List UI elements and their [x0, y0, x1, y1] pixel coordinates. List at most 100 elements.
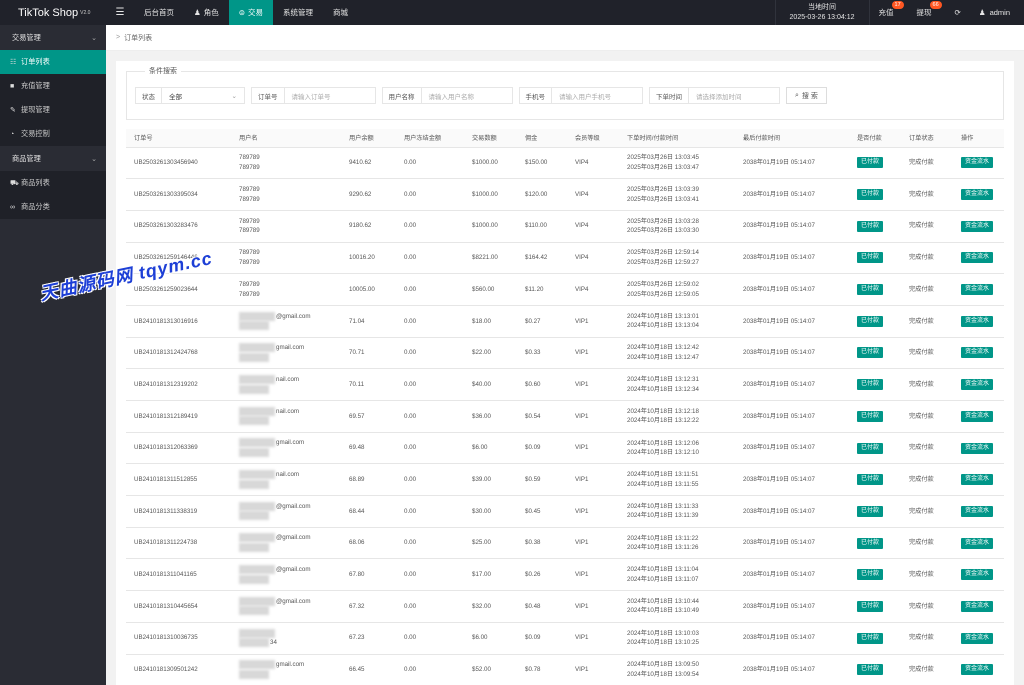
redacted-username — [239, 565, 275, 575]
last-pay-time: 2038年01月19日 05:14:07 — [743, 380, 815, 388]
paid-badge[interactable]: 已付款 — [857, 220, 884, 232]
paid-badge[interactable]: 已付款 — [857, 664, 884, 676]
table-cell: VIP1 — [567, 337, 619, 370]
sidebar-item-recharge[interactable]: ■ 充值管理 — [0, 74, 106, 98]
brand-logo[interactable]: TikTok Shop V2.0 — [0, 0, 106, 25]
paid-badge[interactable]: 已付款 — [857, 569, 884, 581]
list-icon: ☷ — [10, 59, 17, 66]
table-cell: 2024年10月18日 13:10:44 2024年10月18日 13:10:49 — [619, 590, 735, 623]
fund-flow-button[interactable]: 资金流水 — [961, 569, 994, 581]
topnav-trade[interactable]: ⊜ 交易 — [228, 0, 274, 25]
vip-level: VIP1 — [575, 475, 589, 483]
fund-flow-button[interactable]: 资金流水 — [961, 632, 994, 644]
topnav-home[interactable]: 后台首页 — [134, 0, 184, 25]
paid-badge[interactable]: 已付款 — [857, 410, 884, 422]
sidebar-item-trade-control[interactable]: ◔ 交易控制 — [0, 122, 106, 146]
fund-flow-button[interactable]: 资金流水 — [961, 157, 994, 169]
topnav-system[interactable]: 系统管理 — [273, 0, 323, 25]
fund-flow-button[interactable]: 资金流水 — [961, 442, 994, 454]
paid-badge[interactable]: 已付款 — [857, 315, 884, 327]
table-cell: 2025年03月26日 12:59:14 2025年03月26日 12:59:27 — [619, 242, 735, 275]
table-cell: UB2410181313016916 — [126, 305, 231, 338]
sidebar-item-goods-category[interactable]: ∞ 商品分类 — [0, 195, 106, 219]
fund-flow-button[interactable]: 资金流水 — [961, 474, 994, 486]
last-pay-time: 2038年01月19日 05:14:07 — [743, 444, 815, 452]
paid-badge[interactable]: 已付款 — [857, 505, 884, 517]
redacted-username — [239, 511, 269, 521]
fund-flow-button[interactable]: 资金流水 — [961, 284, 994, 296]
pay-time: 2024年10月18日 13:12:34 — [627, 385, 699, 393]
username-input[interactable]: 请输入用户名称 — [420, 87, 513, 104]
sidebar-group-goods-label: 商品管理 — [12, 153, 41, 163]
paid-badge[interactable]: 已付款 — [857, 537, 884, 549]
username-line1: 789789 — [239, 281, 260, 289]
fund-flow-button[interactable]: 资金流水 — [961, 505, 994, 517]
username-label: 用户名称 — [381, 87, 421, 104]
redacted-username — [239, 448, 269, 458]
redacted-username — [239, 533, 275, 543]
table-cell: $25.00 — [464, 527, 517, 560]
paid-badge[interactable]: 已付款 — [857, 379, 884, 391]
fund-flow-button[interactable]: 资金流水 — [961, 189, 994, 201]
table-cell: gmail.com — [231, 654, 341, 685]
paid-badge[interactable]: 已付款 — [857, 252, 884, 264]
order-no-input[interactable]: 请输入订单号 — [283, 87, 376, 104]
last-pay-time: 2038年01月19日 05:14:07 — [743, 159, 815, 167]
refresh-button[interactable]: ⟳ — [946, 0, 970, 25]
fund-flow-button[interactable]: 资金流水 — [961, 537, 994, 549]
user-balance: 70.11 — [349, 380, 365, 388]
sidebar-item-goods-list[interactable]: ⛟ 商品列表 — [0, 171, 106, 195]
fund-flow-button[interactable]: 资金流水 — [961, 220, 994, 232]
withdraw-button[interactable]: 提现 66 — [908, 0, 946, 25]
menu-toggle-button[interactable]: ☰ — [106, 0, 134, 25]
topnav-roles[interactable]: ♟ 角色 — [184, 0, 229, 25]
fund-flow-button[interactable]: 资金流水 — [961, 410, 994, 422]
paid-badge[interactable]: 已付款 — [857, 347, 884, 359]
admin-menu[interactable]: ♟ admin — [970, 0, 1024, 25]
table-cell: 0.00 — [396, 273, 464, 306]
fund-flow-button[interactable]: 资金流水 — [961, 347, 994, 359]
breadcrumb-current[interactable]: 订单列表 — [124, 33, 152, 43]
fund-flow-button[interactable]: 资金流水 — [961, 315, 994, 327]
sidebar-group-goods[interactable]: 商品管理 ⌄ — [0, 146, 106, 171]
phone-input[interactable]: 请输入用户手机号 — [551, 87, 643, 104]
table-cell: $17.00 — [464, 558, 517, 592]
table-cell: $0.78 — [517, 654, 567, 685]
recharge-button[interactable]: 充值 17 — [870, 0, 908, 25]
order-id: UB2410181311224738 — [134, 539, 198, 547]
table-cell: $52.00 — [464, 654, 517, 685]
paid-badge[interactable]: 已付款 — [857, 284, 884, 296]
redacted-username — [239, 343, 275, 353]
search-button[interactable]: ⌕ 搜 索 — [786, 87, 827, 104]
paid-badge[interactable]: 已付款 — [857, 632, 884, 644]
paid-badge[interactable]: 已付款 — [857, 157, 884, 169]
paid-badge[interactable]: 已付款 — [857, 600, 884, 612]
fund-flow-button[interactable]: 资金流水 — [961, 252, 994, 264]
paid-badge[interactable]: 已付款 — [857, 442, 884, 454]
paid-badge[interactable]: 已付款 — [857, 189, 884, 201]
table-cell: 完成付款 — [901, 590, 953, 623]
chevron-down-icon: ⌄ — [231, 92, 237, 100]
topnav-mall[interactable]: 商城 — [323, 0, 358, 25]
topnav-mall-label: 商城 — [333, 8, 349, 17]
table-cell: 2025年03月26日 13:03:28 2025年03月26日 13:03:30 — [619, 210, 735, 243]
status-select[interactable]: 全部 ⌄ — [161, 87, 245, 104]
redacted-username — [239, 596, 275, 606]
paid-badge[interactable]: 已付款 — [857, 474, 884, 486]
fund-flow-button[interactable]: 资金流水 — [961, 379, 994, 391]
sidebar-item-label: 商品分类 — [21, 202, 50, 211]
vip-level: VIP1 — [575, 602, 589, 610]
order-id: UB2410181311338319 — [134, 507, 198, 515]
table-cell: 已付款 — [849, 527, 901, 560]
column-header: 操作 — [953, 129, 1004, 148]
last-pay-time: 2038年01月19日 05:14:07 — [743, 222, 815, 230]
sidebar-item-withdraw[interactable]: ✎ 提现管理 — [0, 98, 106, 122]
user-balance: 69.57 — [349, 412, 365, 420]
fund-flow-button[interactable]: 资金流水 — [961, 600, 994, 612]
table-cell: $0.45 — [517, 495, 567, 528]
sidebar-item-order-list[interactable]: ☷ 订单列表 — [0, 50, 106, 74]
order-time-input[interactable]: 请选择添加时间 — [688, 87, 780, 104]
commission: $0.48 — [525, 602, 541, 610]
fund-flow-button[interactable]: 资金流水 — [961, 664, 994, 676]
sidebar-group-trade[interactable]: 交易管理 ⌄ — [0, 25, 106, 50]
